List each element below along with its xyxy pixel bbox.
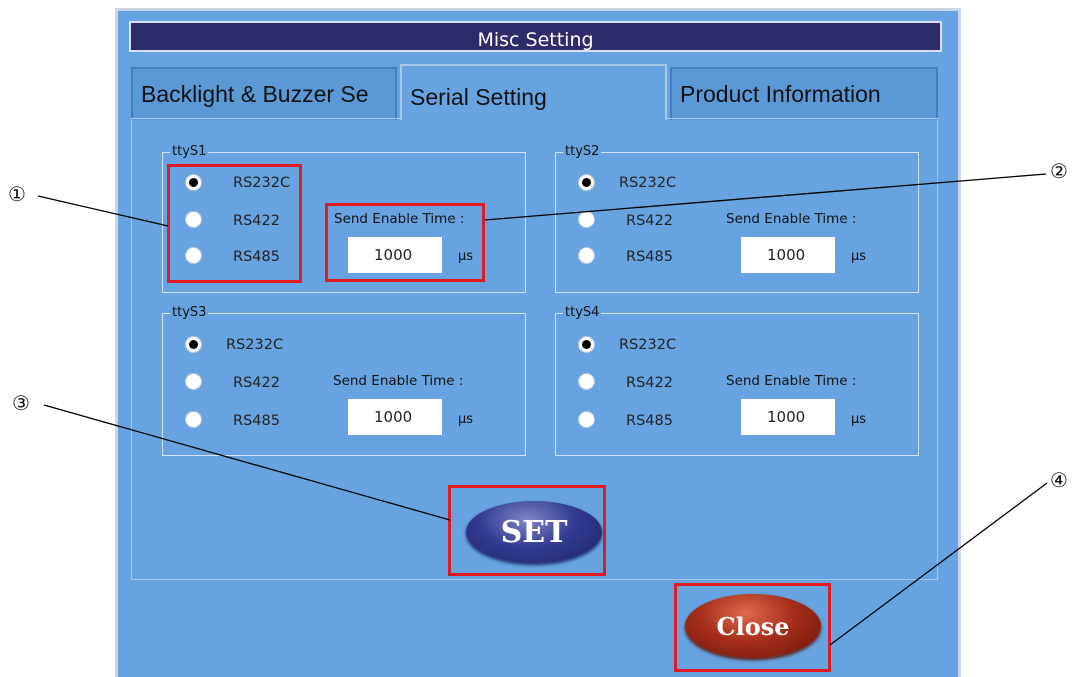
callout-line-1 [37, 195, 169, 227]
callout-line-4 [829, 482, 1048, 646]
callout-line-2 [484, 173, 1047, 221]
callout-marker-2: ② [1050, 159, 1068, 183]
callout-marker-1: ① [8, 182, 26, 206]
callout-line-3 [43, 404, 451, 521]
tab-serial-setting[interactable]: Serial Setting [400, 64, 667, 120]
callout-marker-3: ③ [12, 391, 30, 415]
callout-marker-4: ④ [1050, 468, 1068, 492]
